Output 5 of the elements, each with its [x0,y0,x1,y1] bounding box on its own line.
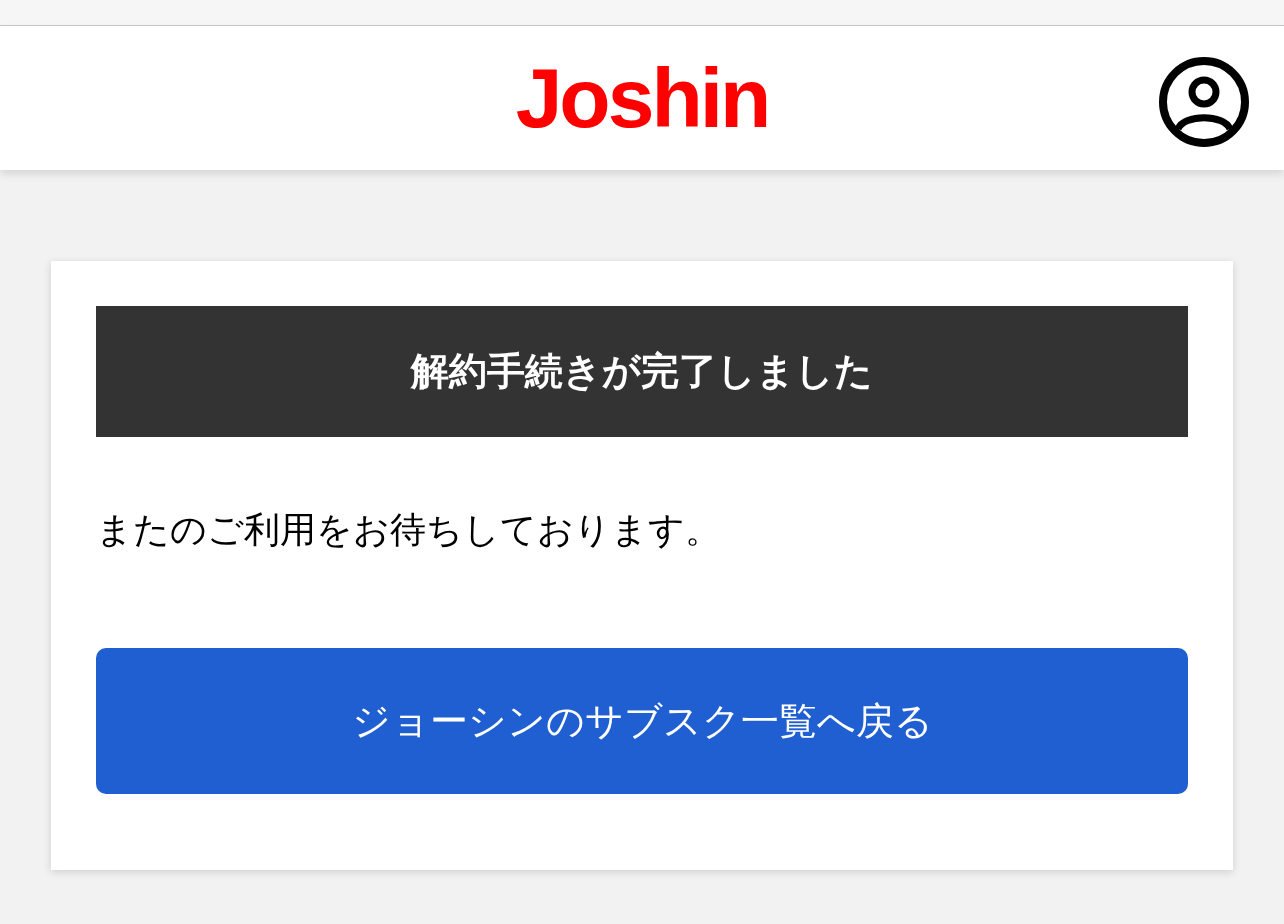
message-text: またのご利用をお待ちしております。 [96,508,722,552]
logo[interactable]: Joshin [515,56,769,140]
banner-title: 解約手続きが完了しました [411,348,873,395]
user-icon[interactable] [1158,56,1250,148]
back-button[interactable]: ジョーシンのサブスク一覧へ戻る [96,648,1188,794]
